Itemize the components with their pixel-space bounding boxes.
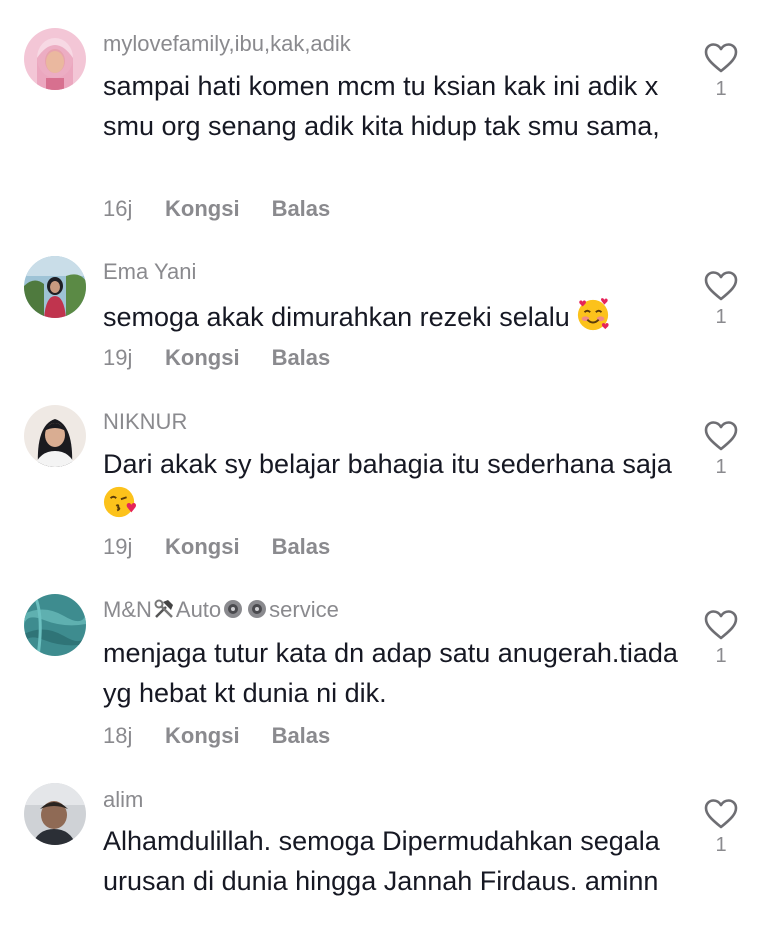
like-button[interactable]: 1 — [700, 420, 742, 478]
avatar[interactable] — [24, 594, 86, 656]
smiling-face-with-hearts-icon — [577, 298, 609, 331]
reply-button[interactable]: Balas — [272, 345, 331, 371]
like-button[interactable]: 1 — [700, 609, 742, 667]
like-button[interactable]: 1 — [700, 270, 742, 328]
hammer-and-wrench-icon — [154, 599, 173, 618]
username-part: M&N — [103, 597, 152, 622]
heart-icon — [704, 610, 738, 640]
comment-time: 18j — [103, 723, 133, 748]
comment-time: 19j — [103, 534, 133, 559]
comment-username[interactable]: Ema Yani — [103, 259, 196, 285]
like-count: 1 — [715, 456, 727, 478]
comment-time: 16j — [103, 196, 133, 221]
avatar-image — [24, 405, 86, 467]
comment-meta: 18j Kongsi Balas — [103, 723, 330, 749]
gear-icon — [224, 600, 243, 618]
comment-time: 19j — [103, 345, 133, 370]
comment-text: Dari akak sy belajar bahagia itu sederha… — [103, 444, 678, 524]
share-button[interactable]: Kongsi — [165, 723, 240, 749]
username-part: service — [269, 597, 339, 622]
heart-icon — [704, 421, 738, 451]
comment-text: sampai hati komen mcm tu ksian kak ini a… — [103, 71, 660, 141]
comment-meta: 19j Kongsi Balas — [103, 345, 330, 371]
like-count: 1 — [715, 306, 727, 328]
avatar[interactable] — [24, 405, 86, 467]
like-button[interactable]: 1 — [700, 798, 742, 856]
comment-text-content: Dari akak sy belajar bahagia itu sederha… — [103, 449, 672, 479]
avatar[interactable] — [24, 28, 86, 90]
comment-username[interactable]: M&N Auto service — [103, 597, 339, 623]
heart-icon — [704, 43, 738, 73]
comment-meta: 19j Kongsi Balas — [103, 534, 330, 560]
avatar[interactable] — [24, 256, 86, 318]
like-count: 1 — [715, 78, 727, 100]
reply-button[interactable]: Balas — [272, 534, 331, 560]
comment-username[interactable]: mylovefamily,ibu,kak,adik — [103, 31, 351, 57]
comment-text: semoga akak dimurahkan rezeki selalu — [103, 297, 678, 337]
face-blowing-a-kiss-icon — [103, 486, 136, 518]
like-count: 1 — [715, 834, 727, 856]
comment-meta: 16j Kongsi Balas — [103, 196, 330, 222]
heart-icon — [704, 799, 738, 829]
comment-username[interactable]: NIKNUR — [103, 409, 187, 435]
heart-icon — [704, 271, 738, 301]
comment-username[interactable]: alim — [103, 787, 143, 813]
username-part: Auto — [175, 597, 222, 622]
share-button[interactable]: Kongsi — [165, 534, 240, 560]
share-button[interactable]: Kongsi — [165, 196, 240, 222]
reply-button[interactable]: Balas — [272, 196, 331, 222]
reply-button[interactable]: Balas — [272, 723, 331, 749]
gear-icon — [248, 600, 267, 618]
avatar-image — [24, 256, 86, 318]
share-button[interactable]: Kongsi — [165, 345, 240, 371]
comment-text: menjaga tutur kata dn adap satu anugerah… — [103, 638, 678, 708]
avatar-image — [24, 594, 86, 656]
like-button[interactable]: 1 — [700, 42, 742, 100]
comment-text: Alhamdulillah. semoga Dipermudahkan sega… — [103, 826, 660, 896]
like-count: 1 — [715, 645, 727, 667]
avatar-image — [24, 783, 86, 845]
avatar-image — [24, 28, 86, 90]
comment-text-content: semoga akak dimurahkan rezeki selalu — [103, 302, 570, 332]
avatar[interactable] — [24, 783, 86, 845]
